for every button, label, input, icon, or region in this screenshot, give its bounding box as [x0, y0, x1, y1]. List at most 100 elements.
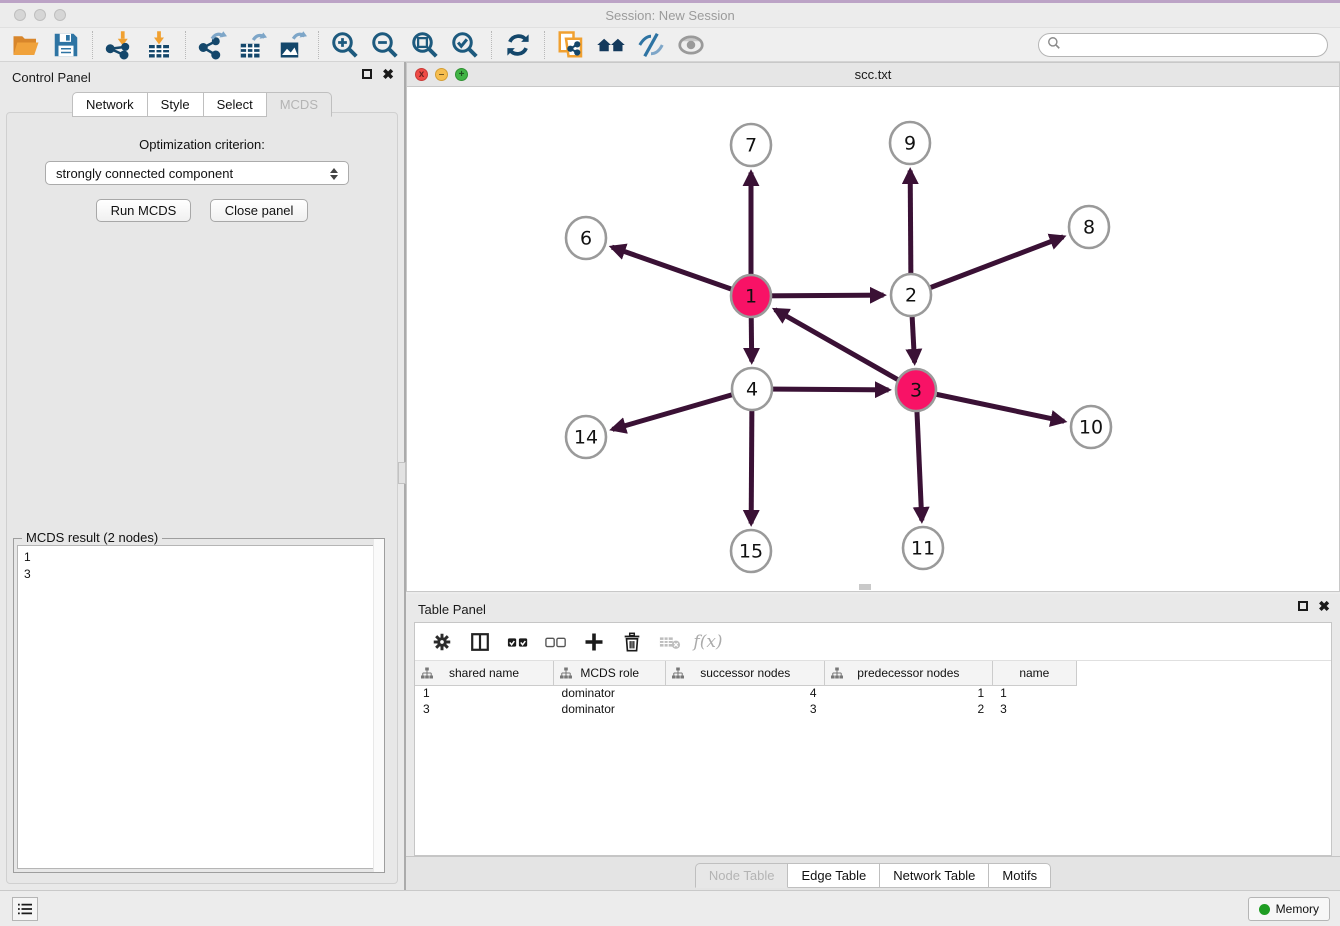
svg-text:7: 7 [745, 135, 757, 157]
task-history-button[interactable] [12, 897, 38, 921]
export-network-icon[interactable] [192, 29, 232, 61]
zoom-in-icon[interactable] [325, 29, 365, 61]
trash-icon[interactable] [615, 627, 649, 657]
criterion-select[interactable]: strongly connected component [45, 161, 349, 185]
search-input[interactable] [1061, 35, 1327, 55]
graph-node-3[interactable]: 3 [896, 369, 936, 411]
svg-text:9: 9 [904, 133, 916, 155]
zoom-selected-icon[interactable] [445, 29, 485, 61]
graph-edge-2-8[interactable] [911, 237, 1063, 295]
tab-mcds[interactable]: MCDS [267, 92, 332, 117]
mcds-result-title: MCDS result (2 nodes) [22, 530, 162, 545]
gear-icon[interactable] [425, 627, 459, 657]
close-panel-icon[interactable]: ✖ [382, 69, 394, 79]
float-panel-icon[interactable] [362, 69, 372, 79]
svg-text:2: 2 [905, 285, 917, 307]
delete-table-icon[interactable] [653, 627, 687, 657]
graph-node-4[interactable]: 4 [732, 368, 772, 410]
graph-node-7[interactable]: 7 [731, 124, 771, 166]
graph-node-6[interactable]: 6 [566, 217, 606, 259]
hide-details-icon[interactable] [631, 29, 671, 61]
table-row[interactable]: 3dominator323 [415, 701, 1077, 717]
column-header-shared-name[interactable]: shared name [415, 661, 554, 685]
table-cell[interactable]: 3 [415, 701, 554, 717]
svg-text:8: 8 [1083, 217, 1095, 239]
table-cell[interactable]: 3 [666, 701, 825, 717]
mcds-result-text[interactable]: 1 3 [17, 545, 381, 869]
graph-node-8[interactable]: 8 [1069, 206, 1109, 248]
optimization-criterion-label: Optimization criterion: [7, 137, 397, 152]
table-row[interactable]: 1dominator411 [415, 685, 1077, 701]
graph-node-11[interactable]: 11 [903, 527, 943, 569]
table-panel-title: Table Panel [418, 602, 486, 617]
graph-node-10[interactable]: 10 [1071, 406, 1111, 448]
tab-motifs[interactable]: Motifs [989, 863, 1051, 888]
memory-label: Memory [1276, 902, 1319, 916]
graph-node-15[interactable]: 15 [731, 530, 771, 572]
graph-edge-1-6[interactable] [612, 247, 751, 296]
select-stepper-icon [328, 165, 340, 183]
table-cell[interactable]: 2 [825, 701, 993, 717]
clear-checkboxes-icon[interactable] [539, 627, 573, 657]
svg-text:10: 10 [1079, 417, 1103, 439]
splitter-grip[interactable] [398, 462, 406, 484]
tab-select[interactable]: Select [204, 92, 267, 117]
run-mcds-button[interactable]: Run MCDS [96, 199, 192, 222]
zoom-fit-icon[interactable] [405, 29, 445, 61]
tab-network-table[interactable]: Network Table [880, 863, 989, 888]
main-toolbar [0, 28, 1340, 62]
add-column-icon[interactable] [577, 627, 611, 657]
search-box[interactable] [1038, 33, 1328, 57]
result-scrollbar[interactable] [373, 539, 384, 872]
save-icon[interactable] [46, 29, 86, 61]
graph-edge-4-14[interactable] [612, 389, 752, 429]
open-icon[interactable] [6, 29, 46, 61]
export-table-icon[interactable] [232, 29, 272, 61]
import-table-icon[interactable] [139, 29, 179, 61]
table-panel: Table Panel ✖ [406, 594, 1340, 890]
column-header-MCDS-role[interactable]: MCDS role [554, 661, 666, 685]
zoom-out-icon[interactable] [365, 29, 405, 61]
node-table: shared nameMCDS rolesuccessor nodesprede… [415, 661, 1077, 717]
table-close-icon[interactable]: ✖ [1318, 601, 1330, 611]
graph-node-14[interactable]: 14 [566, 416, 606, 458]
graph-node-9[interactable]: 9 [890, 122, 930, 164]
tab-network[interactable]: Network [72, 92, 148, 117]
column-header-successor-nodes[interactable]: successor nodes [666, 661, 825, 685]
graph-node-1[interactable]: 1 [731, 275, 771, 317]
svg-text:3: 3 [910, 380, 922, 402]
network-view-window: x – + scc.txt 7968124314101511 [406, 62, 1340, 592]
export-image-icon[interactable] [272, 29, 312, 61]
table-cell[interactable]: 4 [666, 685, 825, 701]
criterion-value: strongly connected component [56, 166, 233, 181]
memory-button[interactable]: Memory [1248, 897, 1330, 921]
graph-edge-3-1[interactable] [775, 310, 916, 390]
refresh-icon[interactable] [498, 29, 538, 61]
table-cell[interactable]: dominator [554, 685, 666, 701]
tab-style[interactable]: Style [148, 92, 204, 117]
home-icon[interactable] [591, 29, 631, 61]
import-network-icon[interactable] [99, 29, 139, 61]
table-cell[interactable]: dominator [554, 701, 666, 717]
graph-edge-3-10[interactable] [916, 390, 1064, 421]
tab-edge-table[interactable]: Edge Table [788, 863, 880, 888]
tab-node-table[interactable]: Node Table [695, 863, 789, 888]
column-header-predecessor-nodes[interactable]: predecessor nodes [825, 661, 993, 685]
table-cell[interactable]: 1 [992, 685, 1076, 701]
mcds-result-group: MCDS result (2 nodes) 1 3 [13, 538, 385, 873]
table-cell[interactable]: 3 [992, 701, 1076, 717]
close-panel-button[interactable]: Close panel [210, 199, 309, 222]
search-icon [1047, 36, 1061, 55]
window-title: Session: New Session [0, 8, 1340, 23]
table-float-icon[interactable] [1298, 601, 1308, 611]
select-all-checkboxes-icon[interactable] [501, 627, 535, 657]
network-file-icon[interactable] [551, 29, 591, 61]
table-cell[interactable]: 1 [825, 685, 993, 701]
canvas-scroll-thumb[interactable] [859, 584, 871, 590]
table-cell[interactable]: 1 [415, 685, 554, 701]
graph-node-2[interactable]: 2 [891, 274, 931, 316]
birdseye-icon[interactable] [671, 29, 711, 61]
network-canvas[interactable]: 7 9 6 8 1 2 4 3 14 10 15 11 [407, 87, 1339, 591]
column-header-name[interactable]: name [992, 661, 1076, 685]
columns-icon[interactable] [463, 627, 497, 657]
